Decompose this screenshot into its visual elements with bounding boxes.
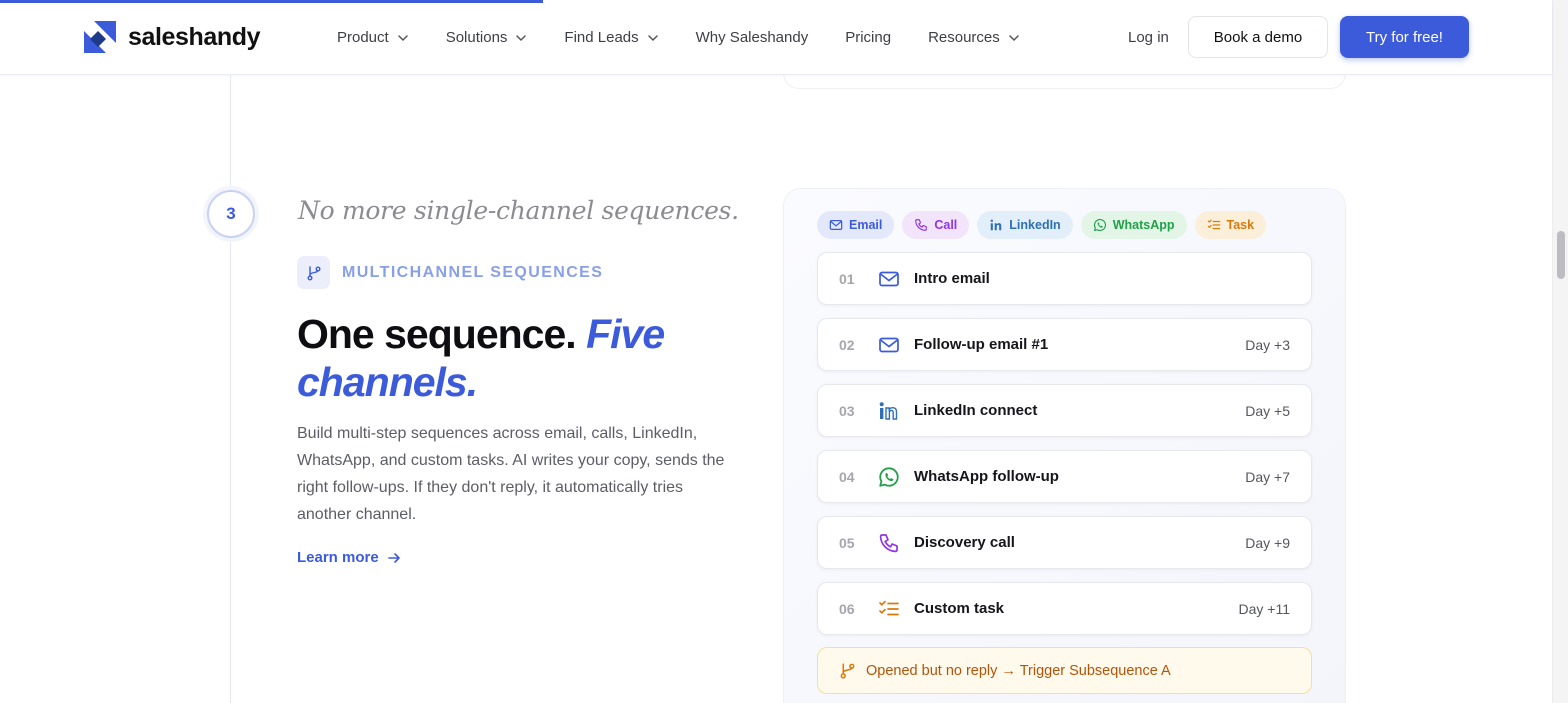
channel-chips: Email Call LinkedIn WhatsApp Task: [817, 211, 1267, 239]
nav-item-find-leads[interactable]: Find Leads: [564, 29, 658, 46]
nav-item-label: Pricing: [845, 29, 892, 46]
step-day: Day +11: [1238, 600, 1291, 617]
step-title: LinkedIn connect: [914, 402, 1038, 419]
brand-name: saleshandy: [128, 22, 261, 51]
phone-icon: [915, 219, 928, 231]
scrollbar-thumb[interactable]: [1557, 231, 1565, 279]
step-day: Day +5: [1245, 402, 1290, 419]
step-title: WhatsApp follow-up: [914, 468, 1059, 485]
linkedin-icon: [879, 401, 898, 420]
section-headline: One sequence. Five channels.: [297, 310, 767, 406]
sequence-step[interactable]: 06 Custom task Day +11: [817, 582, 1312, 635]
chip-label: Call: [934, 218, 958, 232]
section-description: Build multi-step sequences across email,…: [297, 425, 725, 523]
trigger-text: Opened but no reply → Trigger Subsequenc…: [866, 662, 1171, 679]
nav-item-label: Resources: [928, 29, 1000, 46]
book-demo-button[interactable]: Book a demo: [1188, 16, 1328, 58]
section-label-text: MULTICHANNEL SEQUENCES: [342, 263, 604, 281]
step-title: Custom task: [914, 600, 1005, 617]
nav-item-solutions[interactable]: Solutions: [446, 29, 528, 46]
page: saleshandy Product Solutions Find Leads …: [0, 0, 1568, 703]
nav-item-label: Find Leads: [564, 29, 639, 46]
chip-label: LinkedIn: [1009, 218, 1061, 232]
nav-item-label: Product: [337, 29, 389, 46]
step-number: 03: [839, 402, 855, 419]
step-title: Discovery call: [914, 534, 1015, 551]
chevron-down-icon: [516, 34, 527, 41]
subsequence-trigger: Opened but no reply → Trigger Subsequenc…: [817, 647, 1312, 694]
chevron-down-icon: [397, 34, 408, 41]
step-day: Day +9: [1245, 534, 1290, 551]
sequence-step[interactable]: 04 WhatsApp follow-up Day +7: [817, 450, 1312, 503]
chip-call[interactable]: Call: [902, 211, 970, 239]
chip-label: WhatsApp: [1112, 218, 1175, 232]
nav-item-resources[interactable]: Resources: [928, 29, 1020, 46]
task-list-icon: [879, 600, 899, 615]
sequence-step[interactable]: 02 Follow-up email #1 Day +3: [817, 318, 1312, 371]
site-header: saleshandy Product Solutions Find Leads …: [0, 0, 1552, 75]
section-tagline: No more single-channel sequences.: [298, 196, 739, 225]
branch-icon: [297, 256, 330, 289]
chip-task[interactable]: Task: [1194, 211, 1267, 239]
chip-label: Email: [849, 218, 883, 232]
nav-item-why-saleshandy[interactable]: Why Saleshandy: [696, 29, 809, 46]
brand-logo[interactable]: saleshandy: [84, 21, 261, 53]
page-scrollbar[interactable]: [1552, 0, 1568, 703]
step-number: 05: [839, 534, 855, 551]
chip-linkedin[interactable]: LinkedIn: [977, 211, 1073, 239]
branch-icon: [840, 663, 855, 679]
step-number: 04: [839, 468, 855, 485]
step-number: 02: [839, 336, 855, 353]
chip-label: Task: [1226, 218, 1255, 232]
step-title: Follow-up email #1: [914, 336, 1049, 353]
chevron-down-icon: [647, 34, 658, 41]
step-number-badge: 3: [207, 190, 255, 238]
step-number: 06: [839, 600, 855, 617]
step-number: 01: [839, 270, 855, 287]
nav-item-product[interactable]: Product: [337, 29, 409, 46]
step-title: Intro email: [914, 270, 990, 287]
saleshandy-logo-icon: [84, 21, 116, 53]
linkedin-icon: [990, 219, 1002, 231]
step-day: Day +3: [1245, 336, 1290, 353]
section-label: MULTICHANNEL SEQUENCES: [297, 256, 603, 289]
sequence-step[interactable]: 01 Intro email: [817, 252, 1312, 305]
try-free-button[interactable]: Try for free!: [1340, 16, 1469, 58]
main-nav: Product Solutions Find Leads Why Salesha…: [337, 0, 1057, 75]
sequence-step[interactable]: 05 Discovery call Day +9: [817, 516, 1312, 569]
mail-icon: [879, 337, 899, 352]
nav-item-label: Why Saleshandy: [695, 29, 809, 46]
chip-email[interactable]: Email: [817, 211, 895, 239]
sequence-step[interactable]: 03 LinkedIn connect Day +5: [817, 384, 1312, 437]
step-day: Day +7: [1245, 468, 1290, 485]
arrow-right-icon: [387, 552, 400, 563]
nav-item-pricing[interactable]: Pricing: [845, 29, 891, 46]
phone-icon: [879, 533, 898, 552]
chip-whatsapp[interactable]: WhatsApp: [1080, 211, 1187, 239]
headline-plain: One sequence.: [297, 311, 577, 357]
whatsapp-icon: [1093, 219, 1106, 231]
scroll-progress-bar: [0, 0, 544, 3]
learn-more-label: Learn more: [297, 549, 379, 566]
whatsapp-icon: [879, 466, 899, 487]
timeline-line: [230, 75, 231, 703]
chevron-down-icon: [1009, 34, 1019, 41]
mail-icon: [829, 220, 843, 230]
mail-icon: [879, 271, 899, 286]
learn-more-link[interactable]: Learn more: [297, 549, 401, 566]
task-list-icon: [1207, 219, 1220, 230]
nav-item-label: Solutions: [445, 29, 508, 46]
login-link[interactable]: Log in: [1128, 29, 1169, 46]
